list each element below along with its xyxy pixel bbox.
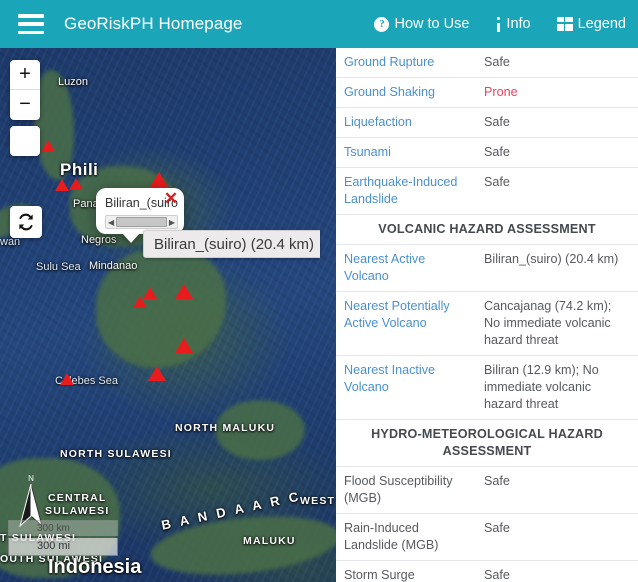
zoom-out-button[interactable]: − bbox=[10, 90, 40, 120]
popup-tip bbox=[122, 233, 140, 243]
scale-bar-mi: 300 mi bbox=[8, 538, 118, 556]
refresh-button[interactable] bbox=[10, 206, 42, 238]
popup-close-icon[interactable]: ✕ bbox=[163, 190, 179, 207]
nav-legend[interactable]: Legend bbox=[556, 16, 626, 32]
nav-info[interactable]: Info bbox=[495, 16, 531, 32]
map-canvas[interactable]: Luzon Phili Panay Negros wan Sulu Sea Mi… bbox=[0, 48, 336, 582]
table-row[interactable]: Tsunami Safe bbox=[336, 137, 638, 168]
map-label: MALUKU bbox=[243, 535, 296, 547]
map-label: SULAWESI bbox=[45, 505, 110, 517]
table-row[interactable]: Ground Shaking Prone bbox=[336, 77, 638, 108]
volcano-marker[interactable] bbox=[55, 179, 69, 191]
table-row[interactable]: Ground Rupture Safe bbox=[336, 48, 638, 78]
volcano-marker[interactable] bbox=[150, 172, 168, 187]
volcano-marker[interactable] bbox=[133, 296, 147, 308]
hazard-label: Rain-Induced Landslide (MGB) bbox=[336, 513, 476, 561]
hazard-value: Prone bbox=[476, 77, 638, 108]
hazard-label: Storm Surge (PAGASA) bbox=[336, 560, 476, 582]
popup-horizontal-scrollbar[interactable]: ◀ ▶ bbox=[105, 215, 178, 229]
hazard-value: Safe bbox=[476, 513, 638, 561]
map-label: NORTH MALUKU bbox=[175, 422, 276, 434]
map-tooltip: Biliran_(suiro) (20.4 km) bbox=[143, 230, 321, 258]
nav-how-to-use[interactable]: ? How to Use bbox=[374, 16, 469, 32]
nav-how-to-use-label: How to Use bbox=[394, 16, 470, 32]
hazard-assessment-panel: Ground Rupture Safe Ground Shaking Prone… bbox=[336, 48, 638, 582]
volcanic-section-title: VOLCANIC HAZARD ASSESSMENT bbox=[336, 214, 638, 245]
table-row[interactable]: Earthquake-Induced Landslide Safe bbox=[336, 167, 638, 215]
hazard-label[interactable]: Ground Rupture bbox=[336, 48, 476, 78]
volcano-marker[interactable] bbox=[60, 373, 74, 385]
volcano-marker[interactable] bbox=[69, 178, 83, 190]
hazard-value: Cancajanag (74.2 km); No immediate volca… bbox=[476, 291, 638, 356]
app-root: GeoRiskPH Homepage ? How to Use Info Leg… bbox=[0, 0, 638, 582]
zoom-in-button[interactable]: + bbox=[10, 60, 40, 90]
nav-legend-label: Legend bbox=[577, 16, 626, 32]
volcano-marker[interactable] bbox=[175, 284, 193, 299]
map-label: Sulu Sea bbox=[36, 261, 81, 273]
table-row[interactable]: Liquefaction Safe bbox=[336, 107, 638, 138]
volcano-marker[interactable] bbox=[175, 338, 193, 353]
map-label: NORTH SULAWESI bbox=[60, 448, 172, 460]
map-label: Mindanao bbox=[89, 260, 138, 272]
scale-bar-mi-wrap: 300 mi bbox=[8, 538, 118, 556]
table-row: Storm Surge (PAGASA) Safe bbox=[336, 560, 638, 582]
info-icon bbox=[495, 16, 501, 32]
table-row: Flood Susceptibility (MGB) Safe bbox=[336, 466, 638, 514]
map-label: Phili bbox=[60, 160, 99, 179]
table-row[interactable]: Nearest Active Volcano Biliran_(suiro) (… bbox=[336, 244, 638, 292]
volcano-marker[interactable] bbox=[41, 140, 55, 152]
scrollbar-thumb[interactable] bbox=[116, 217, 167, 227]
navbar-links: ? How to Use Info Legend bbox=[348, 16, 638, 32]
question-circle-icon: ? bbox=[374, 16, 390, 32]
app-title: GeoRiskPH Homepage bbox=[64, 14, 243, 33]
hazard-value: Safe bbox=[476, 560, 638, 582]
map-label: Indonesia bbox=[48, 556, 142, 578]
table-row[interactable]: Nearest Inactive Volcano Biliran (12.9 k… bbox=[336, 355, 638, 420]
table-row: Rain-Induced Landslide (MGB) Safe bbox=[336, 513, 638, 561]
refresh-icon bbox=[19, 213, 33, 231]
grid-icon bbox=[556, 17, 573, 31]
map-label: CENTRAL bbox=[48, 492, 107, 504]
map-popup[interactable]: Biliran_(suiro ◀ ▶ ✕ bbox=[96, 188, 184, 243]
map-label: Luzon bbox=[58, 76, 88, 88]
hydro-section-title: HYDRO-METEOROLOGICAL HAZARD ASSESSMENT bbox=[336, 419, 638, 467]
hazard-value: Biliran_(suiro) (20.4 km) bbox=[476, 244, 638, 292]
nav-info-label: Info bbox=[506, 16, 531, 32]
top-navbar: GeoRiskPH Homepage ? How to Use Info Leg… bbox=[0, 0, 638, 48]
hamburger-menu-icon[interactable] bbox=[18, 14, 44, 34]
hazard-label: Flood Susceptibility (MGB) bbox=[336, 466, 476, 514]
hazard-label[interactable]: Nearest Active Volcano bbox=[336, 244, 476, 292]
hazard-value: Safe bbox=[476, 466, 638, 514]
hazard-label[interactable]: Ground Shaking bbox=[336, 77, 476, 108]
volcano-marker[interactable] bbox=[148, 366, 166, 381]
scale-bar-km: 300 km bbox=[8, 520, 118, 536]
hazard-value: Biliran (12.9 km); No immediate volcanic… bbox=[476, 355, 638, 420]
section-header-row: VOLCANIC HAZARD ASSESSMENT bbox=[336, 214, 638, 245]
hazard-value: Safe bbox=[476, 167, 638, 215]
hazard-value: Safe bbox=[476, 107, 638, 138]
scroll-left-arrow-icon[interactable]: ◀ bbox=[108, 218, 114, 227]
map-label: WEST bbox=[300, 495, 336, 507]
hazard-label[interactable]: Nearest Potentially Active Volcano bbox=[336, 291, 476, 356]
hazard-value: Safe bbox=[476, 48, 638, 78]
scroll-right-arrow-icon[interactable]: ▶ bbox=[169, 218, 175, 227]
hazard-value: Safe bbox=[476, 137, 638, 168]
hazard-table: Ground Rupture Safe Ground Shaking Prone… bbox=[336, 48, 638, 582]
table-row[interactable]: Nearest Potentially Active Volcano Canca… bbox=[336, 291, 638, 356]
hazard-label[interactable]: Tsunami bbox=[336, 137, 476, 168]
hazard-label[interactable]: Liquefaction bbox=[336, 107, 476, 138]
zoom-control: + − bbox=[10, 60, 40, 120]
svg-text:N: N bbox=[28, 474, 34, 483]
hazard-label[interactable]: Nearest Inactive Volcano bbox=[336, 355, 476, 420]
layers-control-button[interactable] bbox=[10, 126, 40, 156]
map-label: Negros bbox=[81, 234, 117, 246]
section-header-row: HYDRO-METEOROLOGICAL HAZARD ASSESSMENT bbox=[336, 419, 638, 467]
hazard-label[interactable]: Earthquake-Induced Landslide bbox=[336, 167, 476, 215]
